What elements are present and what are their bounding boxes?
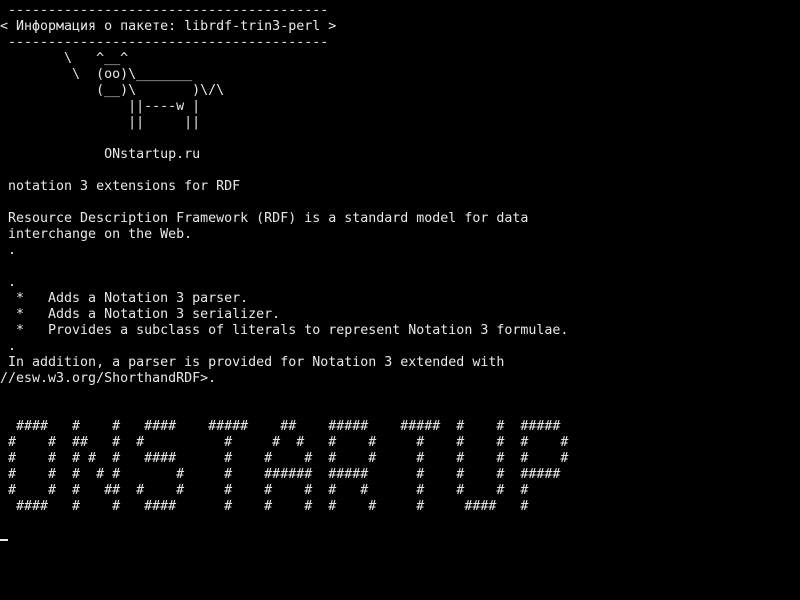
terminal-line: \ (oo)\_______: [0, 67, 193, 82]
terminal-line: * Provides a subclass of literals to rep…: [0, 323, 569, 338]
terminal-line: //esw.w3.org/ShorthandRDF>.: [0, 371, 217, 386]
terminal-line: ----------------------------------------: [0, 3, 337, 18]
terminal-line: #### # # #### # # # # # # #### #: [0, 499, 529, 514]
terminal-line: < Информация о пакете: librdf-trin3-perl…: [0, 19, 337, 34]
terminal-line: # # ## # # # # # # # # # # # #: [0, 435, 569, 450]
terminal-line: #### # # #### ##### ## ##### ##### # # #…: [0, 419, 561, 434]
terminal-line: # # # # # # # ###### ##### # # # #####: [0, 467, 561, 482]
terminal-line: ----------------------------------------: [0, 35, 337, 50]
terminal-line: interchange on the Web.: [0, 227, 193, 242]
terminal-line: # # # ## # # # # # # # # # # #: [0, 483, 529, 498]
terminal-screen[interactable]: ----------------------------------------…: [0, 3, 800, 600]
terminal-line: notation 3 extensions for RDF: [0, 179, 241, 194]
terminal-line: In addition, a parser is provided for No…: [0, 355, 505, 370]
terminal-line: .: [0, 275, 17, 290]
terminal-line: ONstartup.ru: [0, 147, 201, 162]
terminal-line: .: [0, 243, 17, 258]
terminal-line: * Adds a Notation 3 serializer.: [0, 307, 281, 322]
terminal-line: \ ^__^: [0, 51, 129, 66]
terminal-line: || ||: [0, 115, 201, 130]
terminal-line: (__)\ )\/\: [0, 83, 225, 98]
text-cursor: [0, 539, 8, 541]
terminal-line: .: [0, 339, 17, 354]
terminal-line: Resource Description Framework (RDF) is …: [0, 211, 529, 226]
terminal-line: ||----w |: [0, 99, 201, 114]
terminal-line: * Adds a Notation 3 parser.: [0, 291, 249, 306]
terminal-line: # # # # # #### # # # # # # # # # #: [0, 451, 569, 466]
